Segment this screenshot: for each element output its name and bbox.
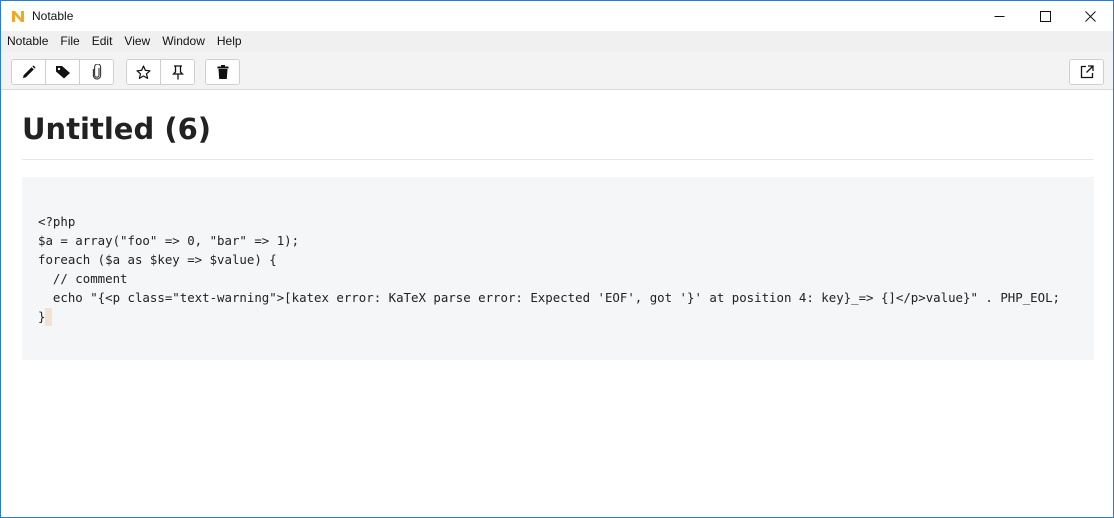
tags-button[interactable]	[46, 60, 80, 84]
star-icon	[136, 64, 151, 79]
delete-group	[205, 59, 240, 85]
minimize-icon	[994, 15, 1004, 17]
menu-notable[interactable]: Notable	[1, 31, 54, 52]
close-icon	[1084, 10, 1096, 22]
pin-button[interactable]	[161, 60, 194, 84]
code-line: $a = array("foo" => 0, "bar" => 1);	[38, 233, 300, 248]
menu-help[interactable]: Help	[211, 31, 248, 52]
edit-button[interactable]	[12, 60, 46, 84]
paperclip-icon	[92, 64, 101, 80]
menu-edit[interactable]: Edit	[86, 31, 119, 52]
favorite-pin-group	[126, 59, 195, 85]
menu-file[interactable]: File	[54, 31, 85, 52]
title-divider	[22, 159, 1094, 160]
window-title: Notable	[32, 9, 74, 23]
favorite-button[interactable]	[127, 60, 161, 84]
toolbar	[1, 52, 1113, 90]
menu-view[interactable]: View	[118, 31, 156, 52]
maximize-icon	[1039, 10, 1051, 22]
app-window: Notable Notable File Edit View Window He…	[0, 0, 1114, 518]
delete-button[interactable]	[206, 60, 239, 84]
code-line: <?php	[38, 214, 76, 229]
open-external-icon	[1080, 65, 1094, 79]
code-block[interactable]: <?php $a = array("foo" => 0, "bar" => 1)…	[22, 177, 1094, 360]
open-external-button[interactable]	[1070, 60, 1103, 84]
code-line: echo "{<p class="text-warning">[katex er…	[38, 290, 1060, 305]
note-editor[interactable]: Untitled (6) <?php $a = array("foo" => 0…	[1, 90, 1113, 517]
text-cursor	[45, 308, 53, 326]
title-bar[interactable]: Notable	[1, 1, 1113, 31]
menu-window[interactable]: Window	[156, 31, 211, 52]
pin-icon	[171, 64, 184, 79]
menu-bar: Notable File Edit View Window Help	[1, 31, 1113, 52]
code-line: foreach ($a as $key => $value) {	[38, 252, 277, 267]
edit-button-group	[11, 59, 114, 85]
code-line-last: }	[38, 307, 1078, 326]
code-line-text: }	[38, 309, 46, 324]
maximize-button[interactable]	[1022, 1, 1068, 31]
pencil-icon	[22, 65, 36, 78]
minimize-button[interactable]	[976, 1, 1022, 31]
close-button[interactable]	[1067, 1, 1113, 31]
notable-logo-icon	[12, 11, 24, 22]
trash-icon	[217, 65, 228, 79]
attachments-button[interactable]	[80, 60, 113, 84]
open-external-group	[1069, 59, 1104, 85]
code-line: // comment	[38, 271, 128, 286]
tag-icon	[55, 66, 70, 79]
note-title: Untitled (6)	[22, 112, 212, 146]
